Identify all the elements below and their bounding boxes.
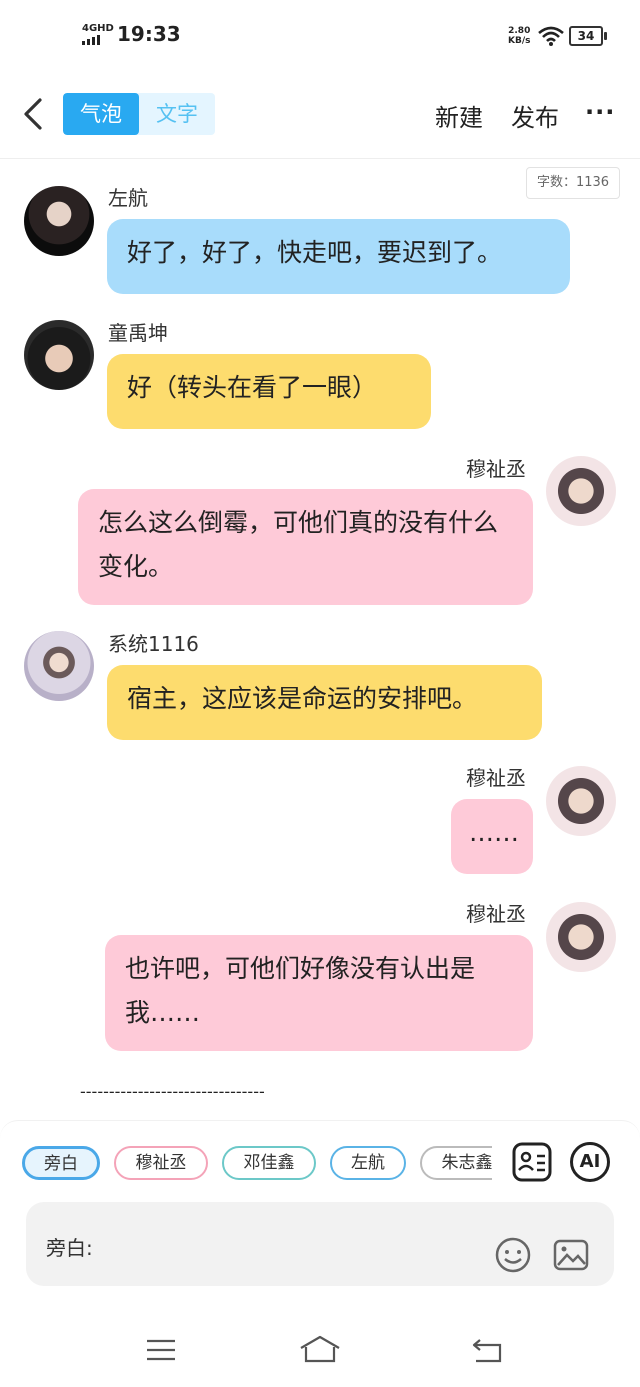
home-icon[interactable] bbox=[298, 1334, 342, 1364]
avatar[interactable] bbox=[546, 456, 616, 526]
clock: 19:33 bbox=[117, 22, 181, 46]
signal-icon bbox=[82, 35, 114, 45]
sender-name: 系统1116 bbox=[108, 632, 199, 656]
role-chip-deng[interactable]: 邓佳鑫 bbox=[222, 1146, 316, 1180]
role-selector: 旁白 穆祉丞 邓佳鑫 左航 朱志鑫 bbox=[22, 1146, 492, 1184]
network-type: 4GHD bbox=[82, 23, 114, 34]
smiley-icon[interactable] bbox=[494, 1236, 532, 1274]
sender-name: 穆祉丞 bbox=[466, 457, 526, 481]
tab-bubble[interactable]: 气泡 bbox=[63, 93, 139, 135]
separator-line: -------------------------------- bbox=[80, 1082, 265, 1101]
role-chip-zhu[interactable]: 朱志鑫 bbox=[420, 1146, 492, 1180]
wifi-icon bbox=[538, 26, 564, 46]
image-icon[interactable] bbox=[552, 1236, 590, 1274]
sender-name: 童禹坤 bbox=[108, 321, 168, 345]
mode-toggle: 气泡 文字 bbox=[63, 93, 215, 135]
menu-icon[interactable] bbox=[145, 1338, 177, 1362]
input-role-label: 旁白: bbox=[46, 1236, 93, 1260]
message-bubble[interactable]: 怎么这么倒霉，可他们真的没有什么变化。 bbox=[78, 489, 533, 605]
net-speed-unit: KB/s bbox=[508, 36, 531, 46]
role-chip-zuo[interactable]: 左航 bbox=[330, 1146, 406, 1180]
header-divider bbox=[0, 158, 640, 159]
avatar[interactable] bbox=[546, 766, 616, 836]
message-bubble[interactable]: 好了，好了，快走吧，要迟到了。 bbox=[107, 219, 570, 294]
sender-name: 穆祉丞 bbox=[466, 902, 526, 926]
message-bubble[interactable]: 也许吧，可他们好像没有认出是我…… bbox=[105, 935, 533, 1051]
message-bubble[interactable]: 好（转头在看了一眼） bbox=[107, 354, 431, 429]
back-arrow-icon[interactable] bbox=[18, 94, 48, 134]
ai-button[interactable]: AI bbox=[570, 1142, 610, 1182]
net-speed-value: 2.80 bbox=[508, 26, 531, 36]
sender-name: 左航 bbox=[108, 186, 148, 210]
sender-name: 穆祉丞 bbox=[466, 766, 526, 790]
contact-card-icon[interactable] bbox=[512, 1142, 552, 1182]
word-count: 字数：1136 bbox=[526, 167, 620, 199]
tab-text[interactable]: 文字 bbox=[139, 93, 215, 135]
avatar[interactable] bbox=[24, 186, 94, 256]
top-bar: 气泡 文字 新建 发布 ··· bbox=[0, 86, 640, 146]
system-nav-bar bbox=[0, 1310, 640, 1387]
new-button[interactable]: 新建 bbox=[435, 98, 483, 133]
role-chip-narration[interactable]: 旁白 bbox=[22, 1146, 100, 1180]
message-bubble[interactable]: 宿主，这应该是命运的安排吧。 bbox=[107, 665, 542, 740]
message-input[interactable]: 旁白: bbox=[26, 1202, 614, 1286]
avatar[interactable] bbox=[24, 320, 94, 390]
back-icon[interactable] bbox=[470, 1336, 504, 1364]
more-button[interactable]: ··· bbox=[585, 98, 615, 126]
avatar[interactable] bbox=[24, 631, 94, 701]
net-speed: 2.80 KB/s bbox=[508, 26, 530, 46]
battery-indicator: 34 bbox=[569, 26, 607, 46]
status-bar: 4GHD 19:33 2.80 KB/s 34 bbox=[0, 0, 640, 70]
signal-indicator: 4GHD bbox=[82, 24, 114, 45]
role-chip-mu[interactable]: 穆祉丞 bbox=[114, 1146, 208, 1180]
message-bubble[interactable]: …… bbox=[451, 799, 533, 874]
avatar[interactable] bbox=[546, 902, 616, 972]
publish-button[interactable]: 发布 bbox=[511, 98, 559, 133]
